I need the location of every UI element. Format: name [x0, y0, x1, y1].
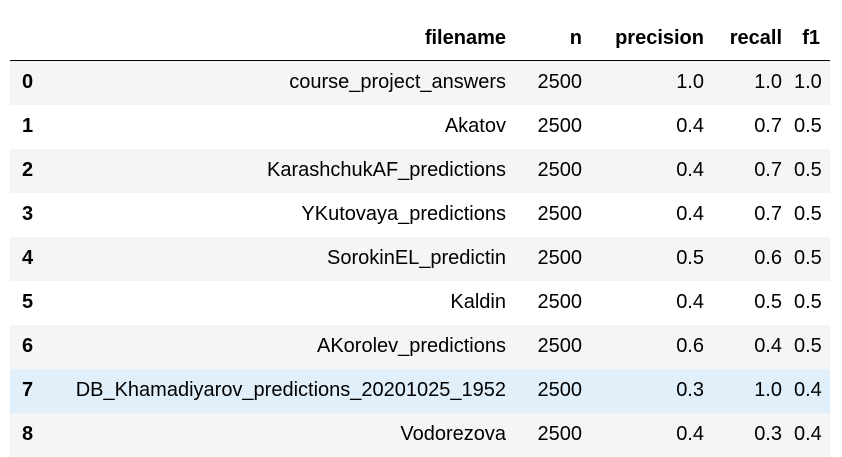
column-header-recall: recall	[716, 17, 794, 61]
cell-f1: 0.4	[794, 379, 822, 401]
cell-n: 2500	[537, 291, 583, 313]
column-header-filename: filename	[48, 17, 518, 61]
cell-filename: DB_Khamadiyarov_predictions_20201025_195…	[75, 379, 506, 401]
cell-precision: 0.5	[676, 247, 704, 269]
column-header-index	[10, 17, 48, 61]
cell-precision: 0.6	[676, 335, 704, 357]
row-index: 7	[22, 379, 34, 401]
cell-f1: 0.5	[794, 115, 822, 137]
cell-recall: 0.6	[754, 247, 782, 269]
table-row: 3 YKutovaya_predictions 2500 0.4 0.7 0.5	[10, 192, 830, 237]
cell-precision: 1.0	[676, 71, 704, 94]
table-row: 4 SorokinEL_predictin 2500 0.5 0.6 0.5	[10, 236, 830, 281]
row-index: 6	[22, 335, 34, 357]
cell-recall: 0.7	[754, 115, 782, 137]
row-index: 8	[22, 423, 34, 445]
cell-filename: Akatov	[444, 115, 506, 137]
cell-n: 2500	[537, 379, 583, 401]
row-index: 0	[22, 71, 34, 94]
table-row: 6 AKorolev_predictions 2500 0.6 0.4 0.5	[10, 324, 830, 369]
cell-precision: 0.4	[676, 203, 704, 225]
column-header-precision: precision	[594, 17, 716, 61]
row-index: 1	[22, 115, 34, 137]
table-body: 0 course_project_answers 2500 1.0 1.0 1.…	[10, 60, 830, 457]
cell-precision: 0.4	[676, 115, 704, 137]
cell-n: 2500	[537, 159, 583, 181]
row-index: 5	[22, 291, 34, 313]
cell-filename: Kaldin	[450, 291, 506, 313]
cell-filename: Vodorezova	[400, 423, 506, 445]
cell-n: 2500	[537, 71, 583, 94]
cell-f1: 1.0	[794, 71, 822, 94]
table-row: 8 Vodorezova 2500 0.4 0.3 0.4	[10, 412, 830, 457]
row-index: 4	[22, 247, 34, 269]
cell-filename: YKutovaya_predictions	[301, 203, 506, 225]
table-row: 5 Kaldin 2500 0.4 0.5 0.5	[10, 280, 830, 325]
cell-f1: 0.5	[794, 335, 822, 357]
cell-precision: 0.4	[676, 159, 704, 181]
row-index: 2	[22, 159, 34, 181]
table-row: 1 Akatov 2500 0.4 0.7 0.5	[10, 104, 830, 149]
row-index: 3	[22, 203, 34, 225]
cell-filename: SorokinEL_predictin	[327, 247, 506, 269]
cell-precision: 0.3	[676, 379, 704, 401]
table-row-hovered: 7 DB_Khamadiyarov_predictions_20201025_1…	[10, 368, 830, 413]
table-header: filename n precision recall f1	[10, 17, 830, 61]
cell-f1: 0.4	[794, 423, 822, 445]
cell-recall: 0.7	[754, 159, 782, 181]
header-row: filename n precision recall f1	[10, 17, 830, 61]
table-row: 2 KarashchukAF_predictions 2500 0.4 0.7 …	[10, 148, 830, 193]
cell-recall: 0.4	[754, 335, 782, 357]
cell-n: 2500	[537, 335, 583, 357]
results-table: filename n precision recall f1 0 course_…	[10, 17, 830, 457]
cell-recall: 1.0	[754, 379, 782, 401]
cell-f1: 0.5	[794, 159, 822, 181]
cell-f1: 0.5	[794, 247, 822, 269]
cell-n: 2500	[537, 203, 583, 225]
cell-recall: 0.5	[754, 291, 782, 313]
column-header-f1: f1	[794, 17, 830, 61]
cell-n: 2500	[537, 247, 583, 269]
cell-f1: 0.5	[794, 203, 822, 225]
cell-recall: 0.7	[754, 203, 782, 225]
cell-filename: KarashchukAF_predictions	[266, 159, 506, 181]
cell-n: 2500	[537, 423, 583, 445]
cell-filename: AKorolev_predictions	[317, 335, 506, 357]
table-row: 0 course_project_answers 2500 1.0 1.0 1.…	[10, 60, 830, 105]
cell-precision: 0.4	[676, 291, 704, 313]
cell-recall: 0.3	[754, 423, 782, 445]
cell-f1: 0.5	[794, 291, 822, 313]
cell-n: 2500	[537, 115, 583, 137]
cell-recall: 1.0	[754, 71, 782, 94]
cell-precision: 0.4	[676, 423, 704, 445]
cell-filename: course_project_answers	[289, 71, 506, 94]
column-header-n: n	[518, 17, 594, 61]
dataframe-output: filename n precision recall f1 0 course_…	[0, 0, 842, 457]
